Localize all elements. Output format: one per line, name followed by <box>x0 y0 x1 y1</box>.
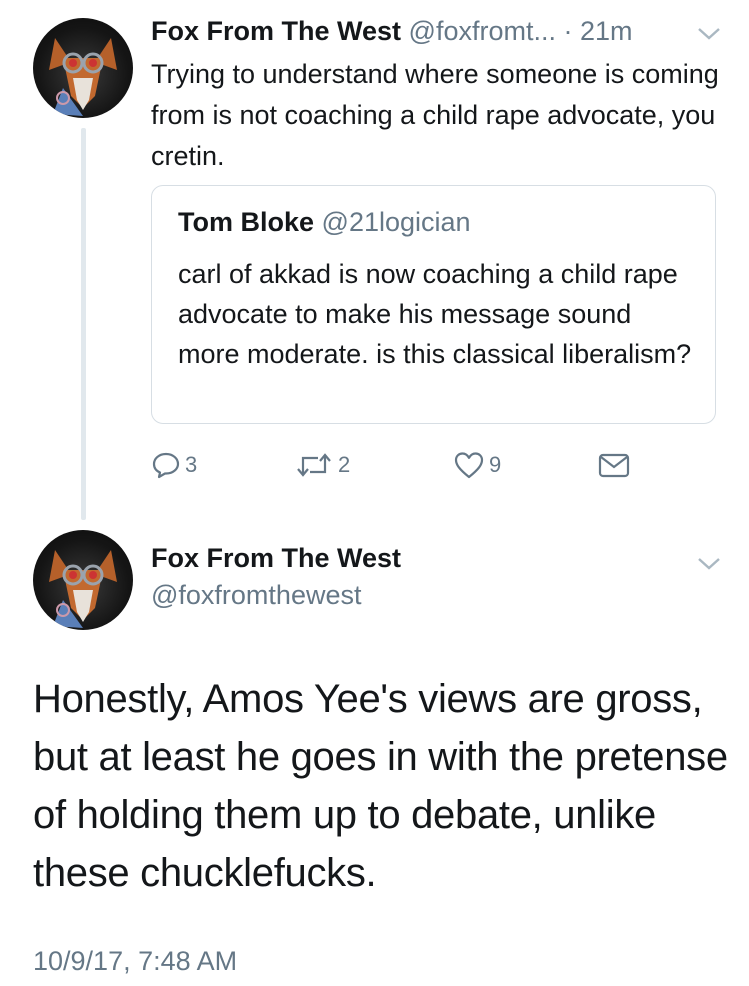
quoted-display-name: Tom Bloke <box>178 207 315 237</box>
reply-icon <box>152 452 180 479</box>
direct-message-button[interactable] <box>597 450 635 480</box>
quoted-tweet[interactable]: Tom Bloke @21logician carl of akkad is n… <box>151 185 716 424</box>
user-handle[interactable]: @foxfromt... <box>409 16 556 46</box>
like-button[interactable]: 9 <box>453 450 501 480</box>
tweet-time[interactable]: 21m <box>580 16 633 46</box>
heart-icon <box>454 452 484 479</box>
reply-count: 3 <box>185 452 198 477</box>
retweet-count: 2 <box>338 452 351 477</box>
chevron-down-icon[interactable] <box>696 556 722 572</box>
quoted-user-handle: @21logician <box>321 207 471 237</box>
chevron-down-icon[interactable] <box>696 26 722 42</box>
reply-button[interactable]: 3 <box>151 450 197 480</box>
envelope-icon <box>598 453 630 478</box>
tweet-timestamp[interactable]: 10/9/17, 7:48 AM <box>33 946 237 977</box>
user-handle[interactable]: @foxfromthewest <box>151 580 361 611</box>
tweet-actions: 3 2 9 <box>151 450 651 484</box>
retweet-icon <box>297 453 331 477</box>
avatar[interactable] <box>33 530 133 630</box>
retweet-button[interactable]: 2 <box>294 450 350 480</box>
avatar[interactable] <box>33 18 133 118</box>
display-name[interactable]: Fox From The West <box>151 543 401 574</box>
display-name[interactable]: Fox From The West <box>151 16 401 46</box>
quoted-tweet-header: Tom Bloke @21logician <box>178 207 471 238</box>
tweet-text: Trying to understand where someone is co… <box>151 59 719 171</box>
thread-connector-line <box>81 128 86 520</box>
tweet-header: Fox From The West @foxfromt... · 21m <box>151 14 731 48</box>
tweet-text: Honestly, Amos Yee's views are gross, bu… <box>33 677 728 895</box>
quoted-tweet-text: carl of akkad is now coaching a child ra… <box>178 259 692 369</box>
separator-dot: · <box>555 16 580 46</box>
like-count: 9 <box>489 452 502 477</box>
